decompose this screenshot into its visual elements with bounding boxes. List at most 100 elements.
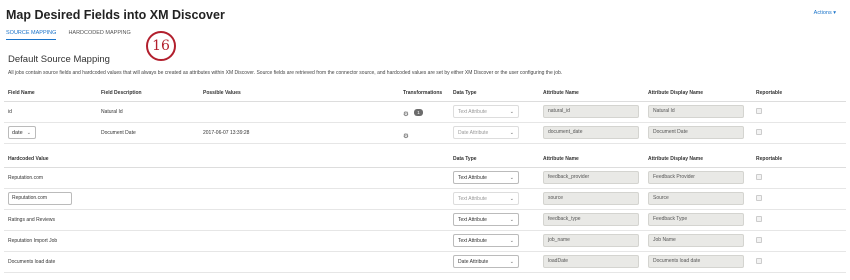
attribute-name-field: feedback_provider (543, 171, 639, 184)
column-header: Transformations (399, 85, 449, 102)
reportable-cell (752, 188, 846, 210)
data-type-select[interactable]: Text Attribute ⌄ (453, 105, 519, 118)
attribute-display-name-cell: Job Name (644, 230, 752, 252)
gear-icon[interactable]: ⚙ (403, 133, 409, 140)
attribute-display-name-field: Job Name (648, 234, 744, 247)
table-row: date ⌄ Document Date 2017-06-07 13:39:28… (4, 122, 846, 144)
hardcoded-mapping-table: Hardcoded Value Data Type Attribute Name… (4, 151, 846, 273)
chevron-down-icon: ⌄ (26, 129, 31, 136)
attribute-display-name-cell: Feedback Provider (644, 167, 752, 189)
attribute-display-name-field: Documents load date (648, 255, 744, 268)
reportable-checkbox[interactable] (756, 107, 762, 114)
tab-source-mapping[interactable]: SOURCE MAPPING (6, 30, 57, 40)
field-name-select[interactable]: date ⌄ (8, 126, 36, 139)
chevron-down-icon: ⌄ (509, 108, 514, 115)
attribute-name-cell: loadDate (539, 251, 644, 273)
hardcoded-value-input[interactable]: Reputation.com (8, 192, 72, 205)
gear-icon[interactable]: ⚙ (403, 111, 409, 118)
data-type-cell: Text Attribute ⌄ (449, 209, 539, 231)
hardcoded-value-cell: Reputation.com (4, 188, 449, 210)
field-description: Natural Id (97, 101, 199, 123)
possible-values (199, 101, 399, 123)
chevron-down-icon: ⌄ (509, 195, 514, 202)
data-type-cell: Date Attribute ⌄ (449, 251, 539, 273)
data-type-value: Text Attribute (458, 174, 487, 181)
reportable-checkbox[interactable] (756, 215, 762, 222)
transformations-cell: ⚙ 1 (399, 101, 449, 123)
field-name: id (4, 101, 97, 123)
attribute-display-name-cell: Documents load date (644, 251, 752, 273)
column-header: Reportable (752, 85, 846, 102)
column-header: Hardcoded Value (4, 151, 449, 168)
attribute-name-cell: source (539, 188, 644, 210)
actions-menu[interactable]: Actions ▾ (814, 10, 836, 16)
data-type-select[interactable]: Text Attribute ⌄ (453, 234, 519, 247)
reportable-checkbox[interactable] (756, 194, 762, 201)
reportable-cell (752, 167, 846, 189)
hardcoded-value: Ratings and Reviews (4, 209, 449, 231)
attribute-display-name-cell: Feedback Type (644, 209, 752, 231)
chevron-down-icon: ⌄ (509, 216, 514, 223)
mapping-tabs: SOURCE MAPPING HARDCODED MAPPING (6, 30, 131, 40)
data-type-value: Text Attribute (458, 108, 487, 115)
column-header: Field Name (4, 85, 97, 102)
data-type-select[interactable]: Text Attribute ⌄ (453, 171, 519, 184)
table-row: Reputation.com Text Attribute ⌄ source S… (4, 188, 846, 210)
section-description: All jobs contain source fields and hardc… (8, 70, 563, 76)
column-header: Reportable (752, 151, 846, 168)
reportable-checkbox[interactable] (756, 236, 762, 243)
chevron-down-icon: ⌄ (509, 174, 514, 181)
attribute-name-cell: feedback_provider (539, 167, 644, 189)
column-header: Attribute Display Name (644, 151, 752, 168)
data-type-select[interactable]: Text Attribute ⌄ (453, 192, 519, 205)
data-type-cell: Text Attribute ⌄ (449, 167, 539, 189)
page-title: Map Desired Fields into XM Discover (6, 8, 225, 22)
data-type-select[interactable]: Date Attribute ⌄ (453, 126, 519, 139)
reportable-cell (752, 101, 846, 123)
data-type-value: Date Attribute (458, 129, 489, 136)
reportable-cell (752, 122, 846, 144)
attribute-name-field: document_date (543, 126, 639, 139)
reportable-checkbox[interactable] (756, 128, 762, 135)
table-row: Reputation Import Job Text Attribute ⌄ j… (4, 230, 846, 252)
hardcoded-value: Documents load date (4, 251, 449, 273)
reportable-checkbox[interactable] (756, 173, 762, 180)
attribute-name-field: loadDate (543, 255, 639, 268)
table-header-row: Hardcoded Value Data Type Attribute Name… (4, 151, 846, 168)
data-type-value: Date Attribute (458, 258, 489, 265)
attribute-display-name-cell: Document Date (644, 122, 752, 144)
data-type-cell: Date Attribute ⌄ (449, 122, 539, 144)
attribute-name-cell: job_name (539, 230, 644, 252)
field-description: Document Date (97, 122, 199, 144)
attribute-display-name-cell: Natural Id (644, 101, 752, 123)
attribute-name-field: source (543, 192, 639, 205)
table-row: Documents load date Date Attribute ⌄ loa… (4, 251, 846, 273)
reportable-cell (752, 230, 846, 252)
attribute-name-field: job_name (543, 234, 639, 247)
reportable-checkbox[interactable] (756, 257, 762, 264)
table-row: id Natural Id ⚙ 1 Text Attribute ⌄ natur… (4, 101, 846, 123)
chevron-down-icon: ⌄ (509, 258, 514, 265)
data-type-cell: Text Attribute ⌄ (449, 230, 539, 252)
column-header: Possible Values (199, 85, 399, 102)
attribute-display-name-field: Document Date (648, 126, 744, 139)
data-type-select[interactable]: Date Attribute ⌄ (453, 255, 519, 268)
data-type-value: Text Attribute (458, 216, 487, 223)
attribute-display-name-field: Feedback Type (648, 213, 744, 226)
field-name-cell: date ⌄ (4, 122, 97, 144)
column-header: Field Description (97, 85, 199, 102)
step-number-badge: 16 (146, 31, 176, 61)
data-type-cell: Text Attribute ⌄ (449, 101, 539, 123)
tab-hardcoded-mapping[interactable]: HARDCODED MAPPING (68, 30, 130, 40)
attribute-name-cell: natural_id (539, 101, 644, 123)
column-header: Attribute Name (539, 151, 644, 168)
attribute-name-field: feedback_type (543, 213, 639, 226)
column-header: Attribute Display Name (644, 85, 752, 102)
data-type-value: Text Attribute (458, 195, 487, 202)
reportable-cell (752, 209, 846, 231)
hardcoded-value: Reputation Import Job (4, 230, 449, 252)
possible-values: 2017-06-07 13:39:28 (199, 122, 399, 144)
data-type-cell: Text Attribute ⌄ (449, 188, 539, 210)
data-type-select[interactable]: Text Attribute ⌄ (453, 213, 519, 226)
transformation-count-badge: 1 (414, 108, 423, 116)
